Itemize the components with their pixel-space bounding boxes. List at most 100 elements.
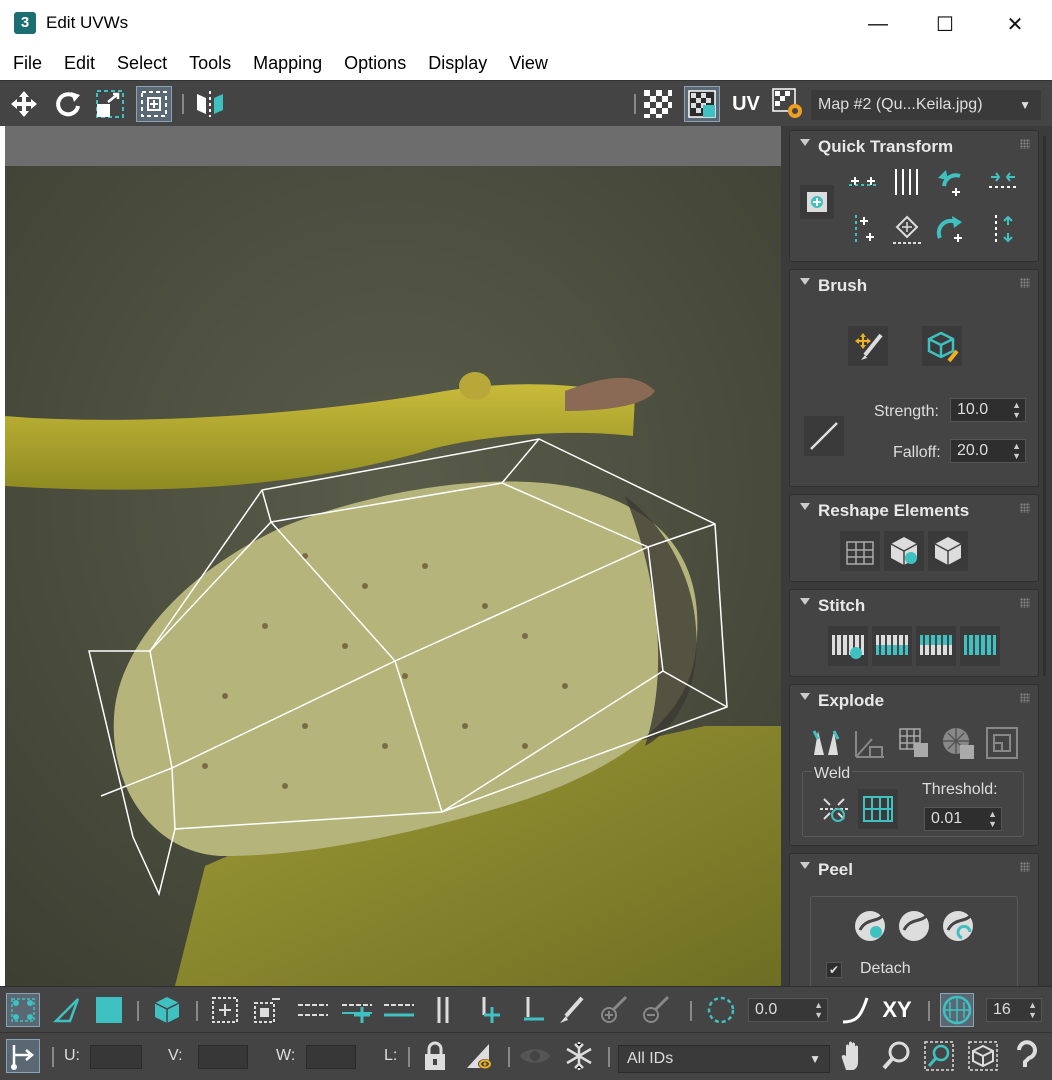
- shrink-loop-icon[interactable]: [382, 993, 416, 1027]
- grow-selection-icon[interactable]: [208, 993, 242, 1027]
- rotate-icon[interactable]: [50, 86, 86, 122]
- freeze-icon[interactable]: [562, 1039, 596, 1073]
- align-center-icon[interactable]: [890, 213, 924, 247]
- uv-texture-canvas[interactable]: [5, 166, 781, 986]
- uv-coords-button[interactable]: UV: [728, 86, 764, 122]
- rotate-value-spinner[interactable]: 0.0 ▲ ▼: [748, 998, 828, 1022]
- strength-spinner[interactable]: 10.0 ▲ ▼: [950, 398, 1026, 422]
- spinner-arrows-icon[interactable]: ▲ ▼: [814, 1000, 823, 1020]
- xy-toggle[interactable]: XY: [880, 993, 914, 1027]
- show-map-icon[interactable]: [684, 86, 720, 122]
- map-settings-icon[interactable]: [770, 86, 806, 122]
- rotate-ccw-icon[interactable]: [934, 165, 968, 199]
- mirror-icon[interactable]: [192, 86, 228, 122]
- menu-view[interactable]: View: [498, 48, 559, 80]
- explode-by-polygon-icon[interactable]: [894, 723, 934, 763]
- u-field[interactable]: [90, 1045, 142, 1069]
- vertex-mode-icon[interactable]: [6, 993, 40, 1027]
- zoom-icon[interactable]: [880, 1039, 914, 1073]
- peel-mode-icon[interactable]: [894, 906, 934, 946]
- rotate-cw-icon[interactable]: [934, 213, 968, 247]
- element-mode-icon[interactable]: [150, 993, 184, 1027]
- edge-mode-icon[interactable]: [50, 993, 84, 1027]
- stitch-custom-icon[interactable]: [828, 626, 868, 666]
- paint-grow-icon[interactable]: [596, 993, 630, 1027]
- grow-loop-icon[interactable]: [340, 993, 374, 1027]
- align-vertical-icon[interactable]: [846, 213, 880, 247]
- space-horizontal-icon[interactable]: [890, 165, 924, 199]
- soft-selection-icon[interactable]: [838, 993, 872, 1027]
- menu-display[interactable]: Display: [417, 48, 498, 80]
- minimize-button[interactable]: —: [843, 0, 913, 48]
- peel-header[interactable]: Peel: [790, 854, 1040, 882]
- shrink-ring-icon[interactable]: [516, 993, 550, 1027]
- face-mode-icon[interactable]: [92, 993, 126, 1027]
- peel-reset-icon[interactable]: [938, 906, 978, 946]
- weld-selected-icon[interactable]: [814, 789, 854, 829]
- detach-checkbox[interactable]: ✔: [826, 962, 842, 978]
- pivot-icon[interactable]: [800, 185, 834, 219]
- loop-select-icon[interactable]: [296, 993, 330, 1027]
- threshold-spinner[interactable]: 0.01 ▲ ▼: [924, 807, 1002, 831]
- menu-mapping[interactable]: Mapping: [242, 48, 333, 80]
- align-horizontal-icon[interactable]: [846, 165, 880, 199]
- stitch-header[interactable]: Stitch: [790, 590, 1040, 618]
- maximize-button[interactable]: ☐: [910, 0, 980, 48]
- explode-header[interactable]: Explode: [790, 685, 1040, 713]
- paint-select-icon[interactable]: [554, 993, 588, 1027]
- align-horizontal-alt-icon[interactable]: [986, 165, 1020, 199]
- map-dropdown[interactable]: Map #2 (Qu...Keila.jpg) ▼: [811, 90, 1041, 120]
- grid-snap-icon[interactable]: [940, 993, 974, 1027]
- checker-icon[interactable]: [640, 86, 676, 122]
- scale-icon[interactable]: [92, 86, 128, 122]
- brush-curve-icon[interactable]: [804, 416, 844, 456]
- uv-viewport[interactable]: [5, 126, 781, 986]
- help-icon[interactable]: [1010, 1039, 1044, 1073]
- spinner-arrows-icon[interactable]: ▲ ▼: [988, 809, 997, 829]
- shrink-selection-icon[interactable]: [250, 993, 284, 1027]
- align-vertical-alt-icon[interactable]: [986, 213, 1020, 247]
- rotate-snap-icon[interactable]: [704, 993, 738, 1027]
- menu-tools[interactable]: Tools: [178, 48, 242, 80]
- absolute-offset-icon[interactable]: [6, 1039, 40, 1073]
- falloff-spinner[interactable]: 20.0 ▲ ▼: [950, 439, 1026, 463]
- quick-transform-header[interactable]: Quick Transform: [790, 131, 1040, 159]
- grid-value-spinner[interactable]: 16 ▲ ▼: [986, 998, 1042, 1022]
- relax-settings-icon[interactable]: [928, 531, 968, 571]
- brush-header[interactable]: Brush: [790, 270, 1040, 298]
- reshape-elements-header[interactable]: Reshape Elements: [790, 495, 1040, 523]
- explode-by-smoothing-icon[interactable]: [982, 723, 1022, 763]
- zoom-extents-icon[interactable]: [966, 1039, 1000, 1073]
- spinner-arrows-icon[interactable]: ▲ ▼: [1028, 1000, 1037, 1020]
- weld-target-icon[interactable]: [858, 789, 898, 829]
- hide-icon[interactable]: [462, 1039, 496, 1073]
- stitch-average-icon[interactable]: [916, 626, 956, 666]
- quick-peel-icon[interactable]: [850, 906, 890, 946]
- ids-dropdown[interactable]: All IDs ▼: [618, 1045, 830, 1073]
- stitch-to-source-icon[interactable]: [960, 626, 1000, 666]
- lock-icon[interactable]: [418, 1039, 452, 1073]
- close-button[interactable]: ✕: [980, 0, 1050, 48]
- menu-file[interactable]: File: [2, 48, 53, 80]
- grow-ring-icon[interactable]: [472, 993, 506, 1027]
- stitch-to-target-icon[interactable]: [872, 626, 912, 666]
- explode-by-material-icon[interactable]: [938, 723, 978, 763]
- menu-edit[interactable]: Edit: [53, 48, 106, 80]
- freeform-icon[interactable]: [136, 86, 172, 122]
- side-scrollbar[interactable]: [1043, 136, 1046, 676]
- relax-brush-icon[interactable]: [922, 326, 962, 366]
- paint-move-icon[interactable]: [848, 326, 888, 366]
- menu-select[interactable]: Select: [106, 48, 178, 80]
- zoom-region-icon[interactable]: [922, 1039, 956, 1073]
- unhide-icon[interactable]: [518, 1039, 552, 1073]
- explode-flatten-icon[interactable]: [806, 723, 846, 763]
- move-icon[interactable]: [6, 86, 42, 122]
- ring-select-icon[interactable]: [426, 993, 460, 1027]
- straighten-icon[interactable]: [840, 531, 880, 571]
- pan-icon[interactable]: [836, 1039, 870, 1073]
- menu-options[interactable]: Options: [333, 48, 417, 80]
- explode-by-angle-icon[interactable]: [850, 723, 890, 763]
- spinner-arrows-icon[interactable]: ▲ ▼: [1012, 400, 1021, 420]
- paint-shrink-icon[interactable]: [638, 993, 672, 1027]
- v-field[interactable]: [198, 1045, 248, 1069]
